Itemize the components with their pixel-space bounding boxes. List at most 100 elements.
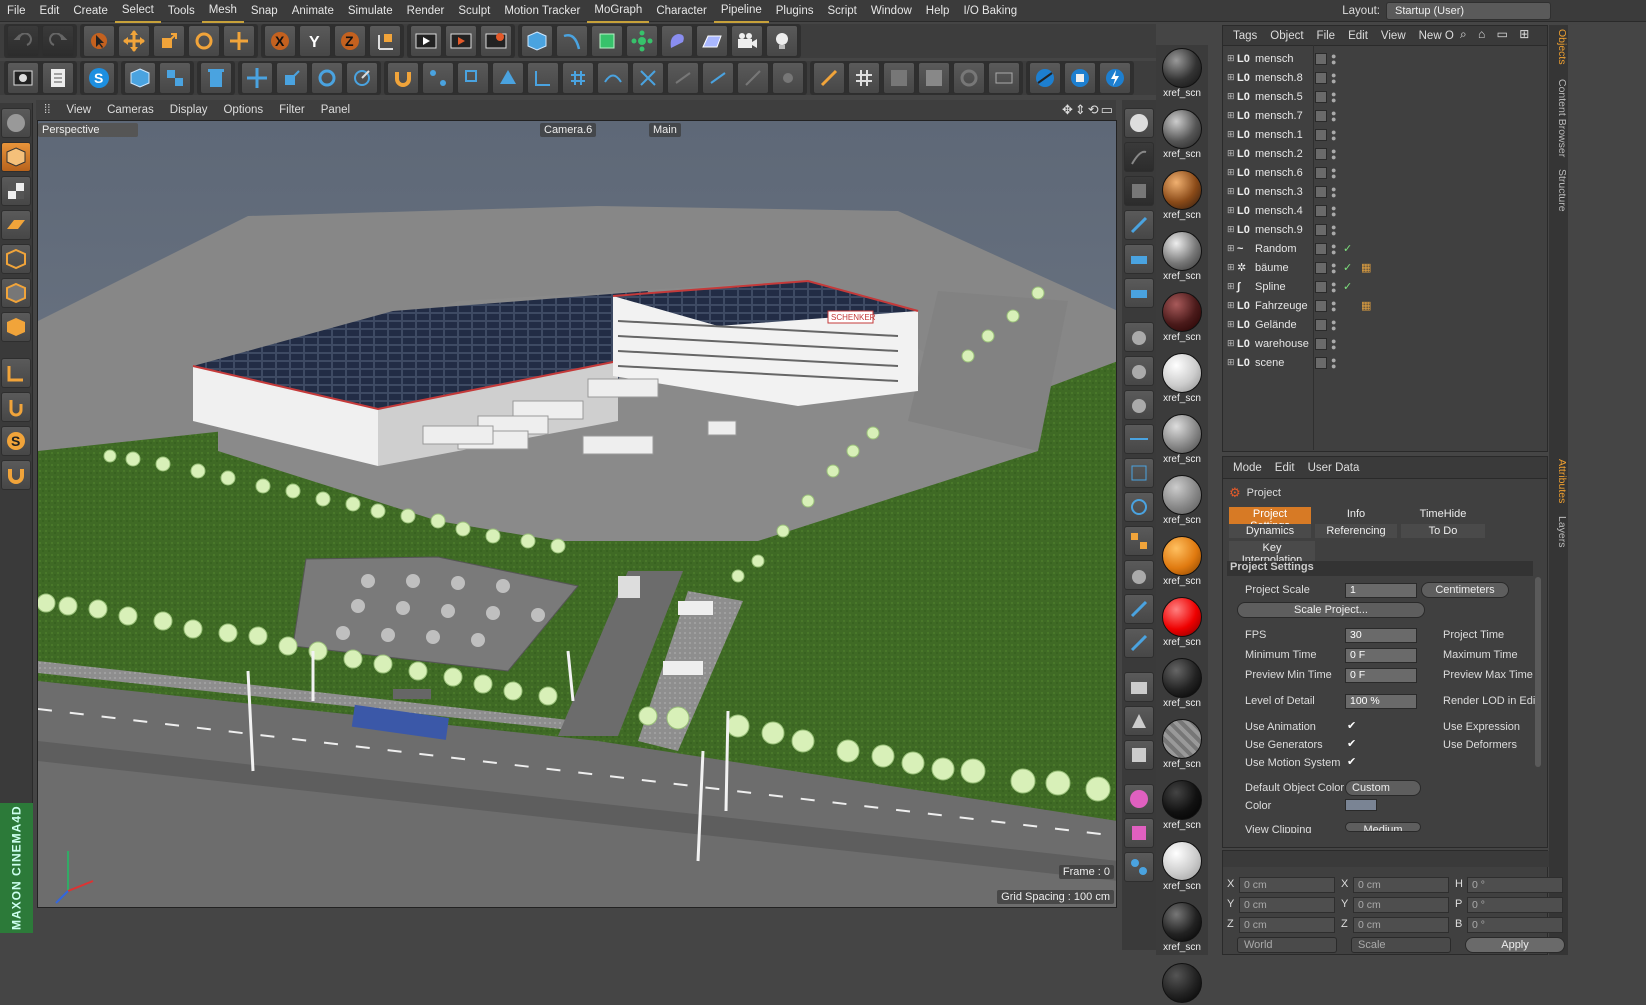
- object-row[interactable]: ⊞ L0 scene ● ●: [1223, 353, 1547, 372]
- material-swatch[interactable]: xref_scn: [1160, 597, 1204, 648]
- project-scale-field[interactable]: 1: [1345, 583, 1417, 598]
- expand-icon[interactable]: ⊞: [1227, 129, 1237, 140]
- workplane-grid-icon[interactable]: [988, 62, 1020, 94]
- menu-item-help[interactable]: Help: [919, 0, 957, 22]
- menu-item-character[interactable]: Character: [649, 0, 714, 22]
- atoms-icon[interactable]: [1124, 852, 1154, 882]
- expand-icon[interactable]: ⊞: [1227, 110, 1237, 121]
- menu-item-edit[interactable]: Edit: [33, 0, 67, 22]
- menu-item-i-o-baking[interactable]: I/O Baking: [956, 0, 1024, 22]
- menu-item-create[interactable]: Create: [66, 0, 115, 22]
- material-swatch[interactable]: xref_scn: [1160, 536, 1204, 587]
- viewport-menu-display[interactable]: Display: [162, 104, 216, 116]
- material-swatch[interactable]: xref_scn: [1160, 780, 1204, 831]
- editor-render-dots-icon[interactable]: ● ●: [1331, 279, 1336, 294]
- material-swatch[interactable]: xref_scn: [1160, 658, 1204, 709]
- editor-render-dots-icon[interactable]: ● ●: [1331, 260, 1336, 275]
- object-menu-edit[interactable]: Edit: [1348, 30, 1368, 42]
- sculpt-smooth-icon[interactable]: [1124, 356, 1154, 386]
- layer-visibility-icon[interactable]: [1315, 356, 1327, 369]
- object-manager-nav-icons[interactable]: ⌕ ⌂ ▭ ⊞: [1460, 27, 1533, 42]
- texture-mode-icon[interactable]: [848, 62, 880, 94]
- expand-icon[interactable]: ⊞: [1227, 167, 1237, 178]
- menu-item-select[interactable]: Select: [114, 0, 161, 23]
- material-swatch[interactable]: xref_scn: [1160, 231, 1204, 282]
- coord-field[interactable]: 0 °: [1467, 917, 1563, 933]
- menu-item-render[interactable]: Render: [400, 0, 452, 22]
- editor-render-dots-icon[interactable]: ● ●: [1331, 165, 1336, 180]
- expand-icon[interactable]: ⊞: [1227, 91, 1237, 102]
- sphere-lightning-icon[interactable]: [1099, 62, 1131, 94]
- tab-dynamics[interactable]: Dynamics: [1229, 524, 1311, 538]
- magnet-tool-icon[interactable]: [1, 460, 31, 490]
- lod-field[interactable]: 100 %: [1345, 694, 1417, 709]
- attribute-menu-mode[interactable]: Mode: [1233, 462, 1262, 474]
- coord-field[interactable]: 0 °: [1467, 897, 1563, 913]
- snap-intersect-icon[interactable]: [632, 62, 664, 94]
- expand-icon[interactable]: ⊞: [1227, 53, 1237, 64]
- editor-render-dots-icon[interactable]: ● ●: [1331, 298, 1336, 313]
- snap-edges-icon[interactable]: [457, 62, 489, 94]
- snap-perp-icon[interactable]: [737, 62, 769, 94]
- move-tool-icon[interactable]: [118, 25, 150, 57]
- coord-field[interactable]: 0 cm: [1353, 917, 1449, 933]
- use-motion-check[interactable]: ✔: [1347, 755, 1356, 768]
- menu-item-window[interactable]: Window: [864, 0, 919, 22]
- snap-spline-icon[interactable]: [597, 62, 629, 94]
- sculpt-pull-icon[interactable]: [1124, 390, 1154, 420]
- magnet-icon[interactable]: [387, 62, 419, 94]
- tag-icon[interactable]: ▦: [1361, 299, 1371, 312]
- box-pink-icon[interactable]: [1124, 818, 1154, 848]
- default-color-select[interactable]: Custom: [1345, 780, 1421, 796]
- editor-render-dots-icon[interactable]: ● ●: [1331, 184, 1336, 199]
- object-menu-file[interactable]: File: [1317, 30, 1336, 42]
- fracture-icon[interactable]: [1124, 176, 1154, 206]
- camera-icon[interactable]: [731, 25, 763, 57]
- menu-item-mesh[interactable]: Mesh: [201, 0, 244, 23]
- axis-mode-icon[interactable]: [1, 358, 31, 388]
- menu-item-script[interactable]: Script: [820, 0, 863, 22]
- expand-icon[interactable]: ⊞: [1227, 205, 1237, 216]
- material-swatch[interactable]: xref_scn: [1160, 170, 1204, 221]
- tag-icon[interactable]: ▦: [1361, 261, 1371, 274]
- material-swatch[interactable]: xref_scn: [1160, 109, 1204, 160]
- attribute-scrollbar[interactable]: [1535, 577, 1541, 767]
- menu-item-simulate[interactable]: Simulate: [341, 0, 400, 22]
- view-name[interactable]: Perspective: [38, 123, 138, 137]
- snap-mid-icon[interactable]: [667, 62, 699, 94]
- coord-field[interactable]: 0 °: [1467, 877, 1563, 893]
- snap-axis-icon[interactable]: [527, 62, 559, 94]
- object-row[interactable]: ⊞ L0 mensch.8 ● ●: [1223, 68, 1547, 87]
- cube-icon[interactable]: [521, 25, 553, 57]
- object-menu-object[interactable]: Object: [1270, 30, 1303, 42]
- tab-todo[interactable]: To Do: [1401, 524, 1485, 538]
- viewport-menu-panel[interactable]: Panel: [313, 104, 358, 116]
- x-axis-lock-icon[interactable]: X: [264, 25, 296, 57]
- object-row[interactable]: ⊞ L0 mensch.6 ● ●: [1223, 163, 1547, 182]
- render-picture-viewer-icon[interactable]: [445, 25, 477, 57]
- layer-visibility-icon[interactable]: [1315, 166, 1327, 179]
- layer-visibility-icon[interactable]: [1315, 299, 1327, 312]
- expand-icon[interactable]: ⊞: [1227, 262, 1237, 273]
- material-swatch[interactable]: xref_scn: [1160, 414, 1204, 465]
- rotate-blue-icon[interactable]: [311, 62, 343, 94]
- coord-field[interactable]: 0 cm: [1239, 917, 1335, 933]
- material-swatch[interactable]: xref_scn: [1160, 48, 1204, 99]
- preview-min-field[interactable]: 0 F: [1345, 668, 1417, 683]
- object-row[interactable]: ⊞ L0 mensch.3 ● ●: [1223, 182, 1547, 201]
- light-icon[interactable]: [766, 25, 798, 57]
- model-mode-icon[interactable]: [124, 62, 156, 94]
- expand-icon[interactable]: ⊞: [1227, 224, 1237, 235]
- shape-icon[interactable]: [1124, 706, 1154, 736]
- pen-tool-icon[interactable]: [1124, 628, 1154, 658]
- delete-icon[interactable]: [200, 62, 232, 94]
- material-swatch[interactable]: [1160, 963, 1204, 1003]
- object-mode-icon[interactable]: [159, 62, 191, 94]
- viewport-menu-filter[interactable]: Filter: [271, 104, 313, 116]
- edges-mode-icon[interactable]: [1, 278, 31, 308]
- layer-add-icon[interactable]: [1124, 244, 1154, 274]
- render-settings-icon[interactable]: [480, 25, 512, 57]
- viewport-menu-grip[interactable]: ⁞⁞: [36, 104, 58, 116]
- bridge-icon[interactable]: [1124, 424, 1154, 454]
- editor-render-dots-icon[interactable]: ● ●: [1331, 222, 1336, 237]
